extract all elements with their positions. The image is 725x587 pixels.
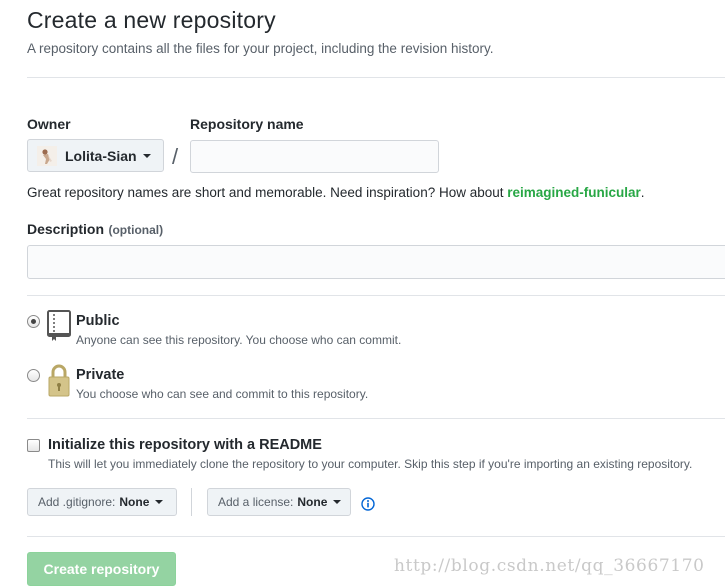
info-icon[interactable] (361, 497, 375, 511)
page-subtitle: A repository contains all the files for … (27, 41, 494, 56)
private-note: You choose who can see and commit to thi… (76, 387, 369, 401)
repository-name-input[interactable] (190, 140, 439, 173)
license-prefix: Add a license: (218, 495, 294, 509)
description-input[interactable] (27, 245, 725, 279)
name-suggestion-link[interactable]: reimagined-funicular (507, 185, 641, 200)
owner-repo-separator: / (172, 144, 179, 169)
owner-label: Owner (27, 116, 71, 132)
watermark: http://blog.csdn.net/qq_36667170 (394, 556, 705, 576)
chevron-down-icon (142, 153, 151, 158)
name-hint-suffix: . (640, 185, 645, 200)
description-label: Description (27, 221, 105, 237)
public-note: Anyone can see this repository. You choo… (76, 333, 402, 347)
chevron-down-icon (333, 500, 342, 504)
owner-value: Lolita-Sian (65, 147, 137, 164)
public-radio[interactable] (27, 315, 40, 328)
optional-tag: (optional) (108, 223, 164, 237)
repo-book-icon (47, 310, 71, 341)
public-title: Public (76, 313, 120, 329)
license-value: None (297, 495, 328, 509)
repo-name-label: Repository name (190, 116, 304, 132)
gitignore-value: None (119, 495, 150, 509)
footer-divider (27, 536, 725, 537)
name-hint-text: Great repository names are short and mem… (27, 185, 508, 200)
owner-select-button[interactable]: Lolita-Sian (27, 139, 164, 172)
readme-checkbox[interactable] (27, 439, 40, 452)
avatar (37, 145, 57, 166)
select-divider (191, 488, 192, 516)
visibility-divider (27, 418, 725, 419)
lock-icon (48, 364, 70, 397)
gitignore-select-button[interactable]: Add .gitignore: None (27, 488, 177, 516)
private-radio[interactable] (27, 369, 40, 382)
name-hint: Great repository names are short and mem… (27, 185, 645, 200)
chevron-down-icon (155, 500, 164, 504)
private-title: Private (76, 367, 125, 383)
description-divider (27, 295, 725, 296)
readme-note: This will let you immediately clone the … (48, 457, 693, 471)
page-title: Create a new repository (27, 7, 276, 33)
description-label-row: Description (optional) (27, 221, 163, 239)
create-repository-button[interactable]: Create repository (27, 552, 176, 586)
readme-title[interactable]: Initialize this repository with a README (48, 437, 322, 453)
license-select-button[interactable]: Add a license: None (207, 488, 351, 516)
header-divider (27, 77, 725, 78)
gitignore-prefix: Add .gitignore: (38, 495, 116, 509)
